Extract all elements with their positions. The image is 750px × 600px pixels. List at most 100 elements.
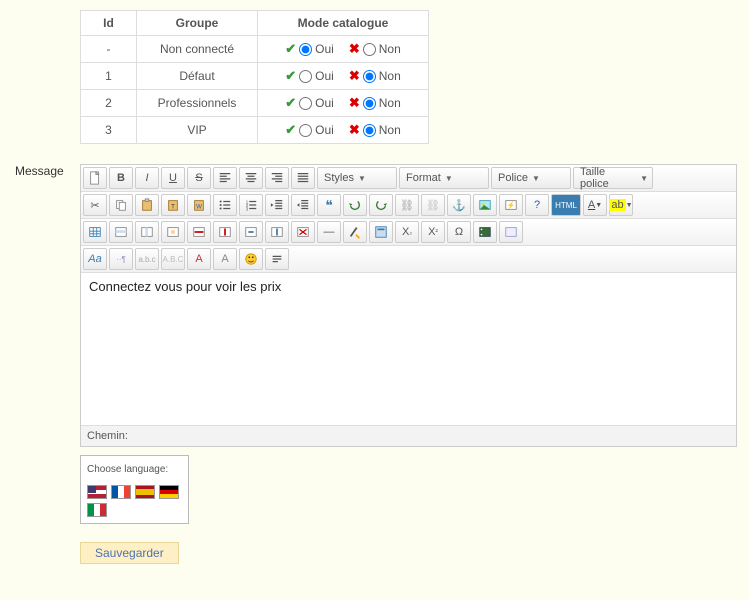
subscript-icon[interactable]: X₂ [395,221,419,243]
check-icon: ✔ [285,68,296,84]
align-right-button[interactable] [265,167,289,189]
superscript-icon[interactable]: X² [421,221,445,243]
hr-icon[interactable]: — [317,221,341,243]
col-group: Groupe [137,11,258,36]
rich-text-editor: B I U S Styles▼ Format▼ Police▼ Taille p… [80,164,737,447]
no-label: Non [379,69,401,83]
bold-button[interactable]: B [109,167,133,189]
hidden-chars-icon[interactable]: ··¶ [109,248,133,270]
template-icon[interactable] [369,221,393,243]
new-doc-icon[interactable] [83,167,107,189]
bg-color-button[interactable]: ab▼ [609,194,633,216]
cut-icon[interactable]: ✂ [83,194,107,216]
table-icon[interactable] [83,221,107,243]
table-row-icon[interactable] [109,221,133,243]
flag-de[interactable] [159,485,179,499]
undo-icon[interactable] [343,194,367,216]
text-color-button[interactable]: A▼ [583,194,607,216]
styles-select[interactable]: Styles▼ [317,167,397,189]
direction-icon[interactable] [265,248,289,270]
clear-format-icon[interactable] [343,221,367,243]
special-char-icon[interactable]: Ω [447,221,471,243]
paste-text-icon[interactable]: T [161,194,185,216]
radio-yes[interactable] [299,70,312,83]
table-delcol-icon[interactable] [213,221,237,243]
indent-icon[interactable] [291,194,315,216]
font-select[interactable]: Police▼ [491,167,571,189]
italic-button[interactable]: I [135,167,159,189]
message-label: Message [15,164,80,178]
anchor-icon[interactable]: ⚓ [447,194,471,216]
table-row: 3VIP✔Oui✖Non [81,117,429,144]
media-icon[interactable] [473,221,497,243]
table-merge-icon[interactable] [239,221,263,243]
unlink-icon[interactable]: ⛓ [421,194,445,216]
row-id: 1 [81,63,137,90]
radio-yes[interactable] [299,97,312,110]
radio-no[interactable] [363,97,376,110]
font-a-icon[interactable]: A [187,248,211,270]
abbr-icon[interactable]: A.B.C [161,248,185,270]
underline-button[interactable]: U [161,167,185,189]
paste-icon[interactable] [135,194,159,216]
table-row: -Non connecté✔Oui✖Non [81,36,429,63]
cross-icon: ✖ [349,122,360,138]
blockquote-icon[interactable]: ❝ [317,194,341,216]
font-a2-icon[interactable]: A [213,248,237,270]
flag-fr[interactable] [111,485,131,499]
table-col-icon[interactable] [135,221,159,243]
smiley-icon[interactable] [239,248,263,270]
row-id: 3 [81,117,137,144]
table-split-icon[interactable] [265,221,289,243]
editor-body[interactable]: Connectez vous pour voir les prix [81,273,736,425]
image-icon[interactable] [473,194,497,216]
toolbar-row-1: B I U S Styles▼ Format▼ Police▼ Taille p… [81,165,736,192]
save-button[interactable]: Sauvegarder [80,542,179,564]
svg-text:W: W [196,204,202,211]
bullet-list-icon[interactable] [213,194,237,216]
table-row: 1Défaut✔Oui✖Non [81,63,429,90]
table-cell-icon[interactable] [161,221,185,243]
copy-icon[interactable] [109,194,133,216]
align-justify-button[interactable] [291,167,315,189]
radio-no[interactable] [363,124,376,137]
yes-label: Oui [315,42,334,56]
check-icon: ✔ [285,41,296,57]
col-id: Id [81,11,137,36]
toolbar-row-2: ✂ T W 123 ❝ ⛓ ⛓ ⚓ ⚡ ? [81,192,736,219]
radio-yes[interactable] [299,43,312,56]
iframe-icon[interactable] [499,221,523,243]
nbsp-icon[interactable]: a.b.c [135,248,159,270]
flag-es[interactable] [135,485,155,499]
help-icon[interactable]: ? [525,194,549,216]
outdent-icon[interactable] [265,194,289,216]
link-icon[interactable]: ⛓ [395,194,419,216]
flag-it[interactable] [87,503,107,517]
catalogue-mode-table: Id Groupe Mode catalogue -Non connecté✔O… [80,10,429,144]
radio-no[interactable] [363,43,376,56]
cross-icon: ✖ [349,41,360,57]
flag-us[interactable] [87,485,107,499]
align-center-button[interactable] [239,167,263,189]
editor-path-bar: Chemin: [81,425,736,446]
table-delete-icon[interactable] [291,221,315,243]
size-select[interactable]: Taille police▼ [573,167,653,189]
align-left-button[interactable] [213,167,237,189]
radio-no[interactable] [363,70,376,83]
yes-label: Oui [315,96,334,110]
radio-yes[interactable] [299,124,312,137]
yes-label: Oui [315,69,334,83]
spellcheck-icon[interactable]: Aa [83,248,107,270]
table-delrow-icon[interactable] [187,221,211,243]
row-id: - [81,36,137,63]
language-selector: Choose language: [80,455,189,524]
format-select[interactable]: Format▼ [399,167,489,189]
paste-word-icon[interactable]: W [187,194,211,216]
col-mode: Mode catalogue [258,11,429,36]
strike-button[interactable]: S [187,167,211,189]
number-list-icon[interactable]: 123 [239,194,263,216]
source-button[interactable]: HTML [551,194,581,216]
lang-title: Choose language: [87,464,182,475]
flash-icon[interactable]: ⚡ [499,194,523,216]
redo-icon[interactable] [369,194,393,216]
